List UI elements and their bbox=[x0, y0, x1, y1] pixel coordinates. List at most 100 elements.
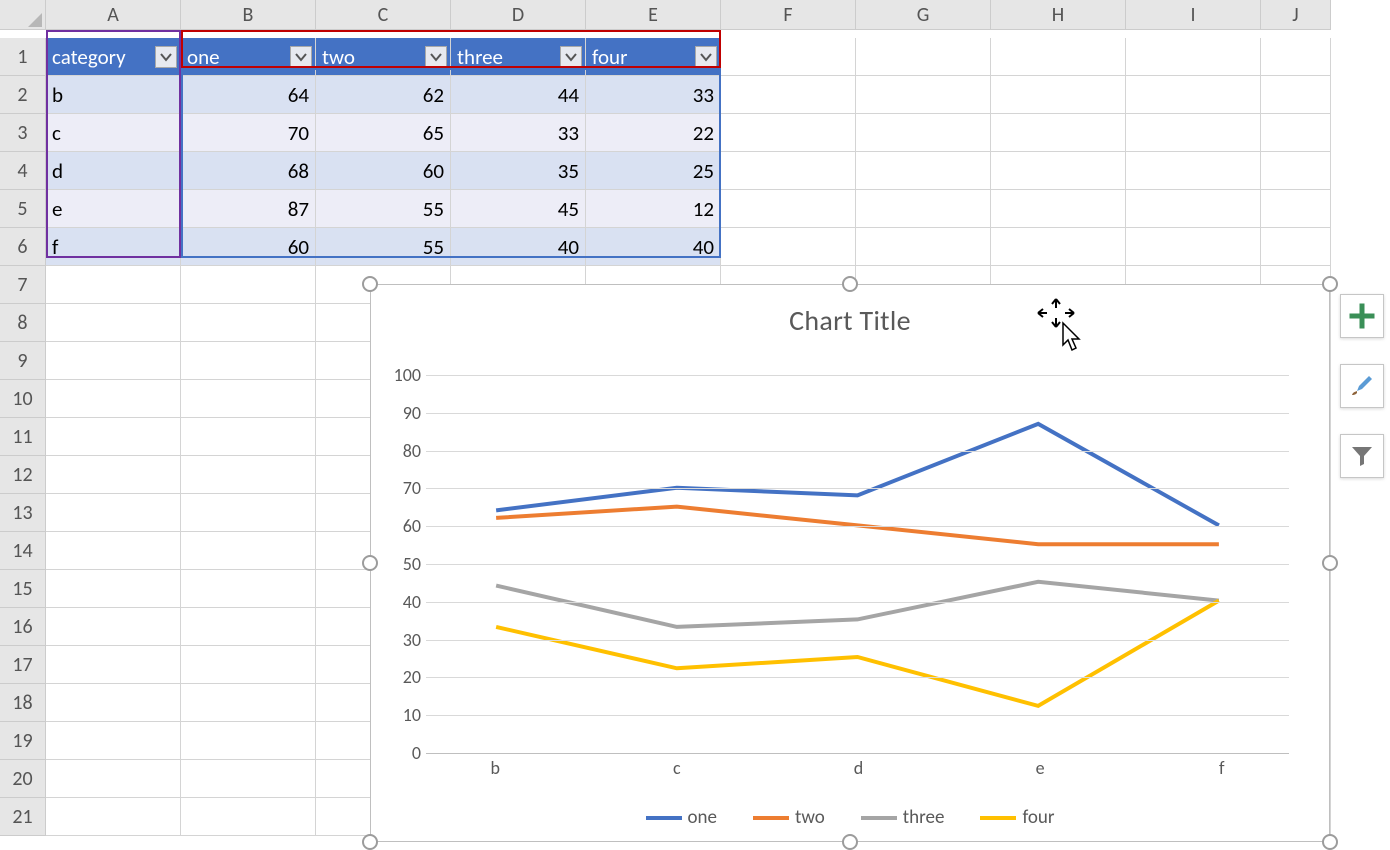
cell[interactable] bbox=[991, 114, 1126, 152]
chart-resize-handle[interactable] bbox=[362, 555, 378, 571]
table-cell-category[interactable]: e bbox=[46, 190, 181, 228]
cell[interactable] bbox=[181, 380, 316, 418]
cell[interactable] bbox=[46, 494, 181, 532]
chart-resize-handle[interactable] bbox=[1322, 276, 1338, 292]
cell[interactable] bbox=[181, 304, 316, 342]
select-all-triangle[interactable] bbox=[0, 0, 46, 30]
cell[interactable] bbox=[721, 38, 856, 76]
row-header[interactable]: 10 bbox=[0, 380, 46, 418]
cell[interactable] bbox=[181, 608, 316, 646]
filter-dropdown-button[interactable] bbox=[425, 46, 447, 68]
cell[interactable] bbox=[1126, 152, 1261, 190]
row-header[interactable]: 14 bbox=[0, 532, 46, 570]
chart-title[interactable]: Chart Title bbox=[371, 303, 1329, 338]
cell[interactable] bbox=[181, 684, 316, 722]
table-cell-value[interactable]: 33 bbox=[586, 76, 721, 114]
chart-resize-handle[interactable] bbox=[362, 834, 378, 850]
cell[interactable] bbox=[1126, 114, 1261, 152]
table-cell-value[interactable]: 62 bbox=[316, 76, 451, 114]
table-header-cell[interactable]: one bbox=[181, 38, 316, 76]
table-cell-value[interactable]: 35 bbox=[451, 152, 586, 190]
cell[interactable] bbox=[46, 570, 181, 608]
cell[interactable] bbox=[1126, 76, 1261, 114]
cell[interactable] bbox=[721, 76, 856, 114]
cell[interactable] bbox=[46, 380, 181, 418]
column-header[interactable]: C bbox=[316, 0, 451, 30]
chart-resize-handle[interactable] bbox=[1322, 834, 1338, 850]
column-header[interactable]: I bbox=[1126, 0, 1261, 30]
chart-resize-handle[interactable] bbox=[842, 276, 858, 292]
cell[interactable] bbox=[856, 76, 991, 114]
chart-plot-area[interactable]: 0102030405060708090100bcdef bbox=[426, 375, 1289, 751]
cell[interactable] bbox=[181, 266, 316, 304]
table-cell-value[interactable]: 60 bbox=[316, 152, 451, 190]
chart-object[interactable]: Chart Title 0102030405060708090100bcdef … bbox=[370, 284, 1330, 842]
row-header[interactable]: 2 bbox=[0, 76, 46, 114]
chart-resize-handle[interactable] bbox=[1322, 555, 1338, 571]
row-header[interactable]: 9 bbox=[0, 342, 46, 380]
row-header[interactable]: 4 bbox=[0, 152, 46, 190]
filter-dropdown-button[interactable] bbox=[695, 46, 717, 68]
column-header[interactable]: H bbox=[991, 0, 1126, 30]
chart-legend[interactable]: onetwothreefour bbox=[371, 806, 1329, 829]
cell[interactable] bbox=[856, 228, 991, 266]
table-cell-value[interactable]: 55 bbox=[316, 190, 451, 228]
table-cell-value[interactable]: 65 bbox=[316, 114, 451, 152]
row-header[interactable]: 17 bbox=[0, 646, 46, 684]
table-cell-value[interactable]: 45 bbox=[451, 190, 586, 228]
chart-resize-handle[interactable] bbox=[362, 276, 378, 292]
cell[interactable] bbox=[1126, 38, 1261, 76]
cell[interactable] bbox=[1126, 228, 1261, 266]
table-cell-value[interactable]: 55 bbox=[316, 228, 451, 266]
row-header[interactable]: 15 bbox=[0, 570, 46, 608]
table-cell-value[interactable]: 22 bbox=[586, 114, 721, 152]
table-cell-value[interactable]: 70 bbox=[181, 114, 316, 152]
column-header[interactable]: J bbox=[1261, 0, 1331, 30]
cell[interactable] bbox=[721, 114, 856, 152]
cell[interactable] bbox=[46, 456, 181, 494]
table-cell-value[interactable]: 68 bbox=[181, 152, 316, 190]
cell[interactable] bbox=[991, 190, 1126, 228]
chart-series-line[interactable] bbox=[496, 582, 1219, 627]
cell[interactable] bbox=[721, 152, 856, 190]
legend-item[interactable]: four bbox=[980, 806, 1054, 829]
chart-elements-button[interactable] bbox=[1340, 294, 1384, 338]
table-cell-value[interactable]: 33 bbox=[451, 114, 586, 152]
table-header-cell[interactable]: four bbox=[586, 38, 721, 76]
cell[interactable] bbox=[181, 760, 316, 798]
row-header[interactable]: 1 bbox=[0, 38, 46, 76]
cell[interactable] bbox=[46, 266, 181, 304]
table-cell-value[interactable]: 25 bbox=[586, 152, 721, 190]
row-header[interactable]: 8 bbox=[0, 304, 46, 342]
row-header[interactable]: 5 bbox=[0, 190, 46, 228]
cell[interactable] bbox=[46, 342, 181, 380]
table-header-cell[interactable]: two bbox=[316, 38, 451, 76]
row-header[interactable]: 3 bbox=[0, 114, 46, 152]
filter-dropdown-button[interactable] bbox=[155, 46, 177, 68]
row-header[interactable]: 11 bbox=[0, 418, 46, 456]
cell[interactable] bbox=[181, 456, 316, 494]
row-header[interactable]: 6 bbox=[0, 228, 46, 266]
column-header[interactable]: D bbox=[451, 0, 586, 30]
cell[interactable] bbox=[46, 760, 181, 798]
cell[interactable] bbox=[181, 798, 316, 836]
column-header[interactable]: A bbox=[46, 0, 181, 30]
cell[interactable] bbox=[46, 684, 181, 722]
filter-dropdown-button[interactable] bbox=[560, 46, 582, 68]
legend-item[interactable]: one bbox=[646, 806, 717, 829]
cell[interactable] bbox=[181, 532, 316, 570]
cell[interactable] bbox=[991, 152, 1126, 190]
cell[interactable] bbox=[1261, 114, 1331, 152]
table-cell-category[interactable]: c bbox=[46, 114, 181, 152]
cell[interactable] bbox=[46, 418, 181, 456]
row-header[interactable]: 13 bbox=[0, 494, 46, 532]
table-cell-value[interactable]: 40 bbox=[586, 228, 721, 266]
cell[interactable] bbox=[1261, 152, 1331, 190]
cell[interactable] bbox=[1126, 190, 1261, 228]
cell[interactable] bbox=[991, 38, 1126, 76]
row-header[interactable]: 7 bbox=[0, 266, 46, 304]
cell[interactable] bbox=[181, 342, 316, 380]
cell[interactable] bbox=[46, 608, 181, 646]
table-cell-value[interactable]: 60 bbox=[181, 228, 316, 266]
table-cell-value[interactable]: 40 bbox=[451, 228, 586, 266]
